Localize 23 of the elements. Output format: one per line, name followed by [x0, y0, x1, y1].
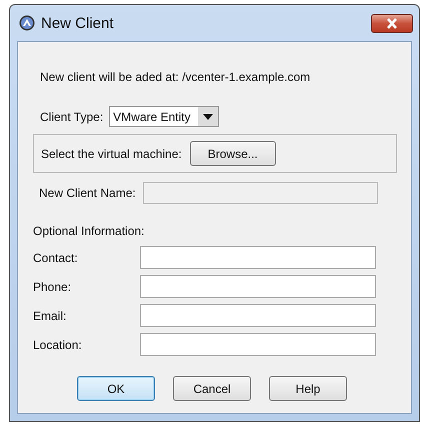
section-heading: Optional Information:: [33, 224, 146, 238]
field-label: Phone:: [33, 280, 72, 294]
input-field[interactable]: [140, 246, 376, 269]
client-name-label: New Client Name:: [39, 186, 136, 200]
field-label: Location:: [33, 338, 83, 352]
input-field[interactable]: [140, 275, 376, 298]
field-label: Contact:: [33, 250, 79, 264]
input-field[interactable]: [140, 304, 376, 327]
window-title: New Client: [41, 14, 115, 32]
client-type-label: Client Type:: [40, 110, 104, 124]
dialog-button[interactable]: Help: [269, 376, 347, 401]
close-icon: [386, 18, 398, 28]
client-type-dropdown[interactable]: VMware Entity: [109, 106, 220, 127]
app-logo-icon: [19, 15, 35, 31]
browse-button[interactable]: Browse...: [190, 141, 276, 166]
input-field[interactable]: [140, 333, 376, 356]
close-button[interactable]: [371, 14, 413, 32]
dialog-button[interactable]: Cancel: [173, 376, 251, 401]
vm-select-label: Select the virtual machine:: [41, 146, 182, 160]
dialog-button[interactable]: OK: [77, 376, 155, 401]
dropdown-arrow-icon: [203, 114, 214, 120]
message-text: New client will be aded at: /vcenter-1.example.com: [40, 70, 310, 84]
field-label: Email:: [33, 308, 68, 322]
